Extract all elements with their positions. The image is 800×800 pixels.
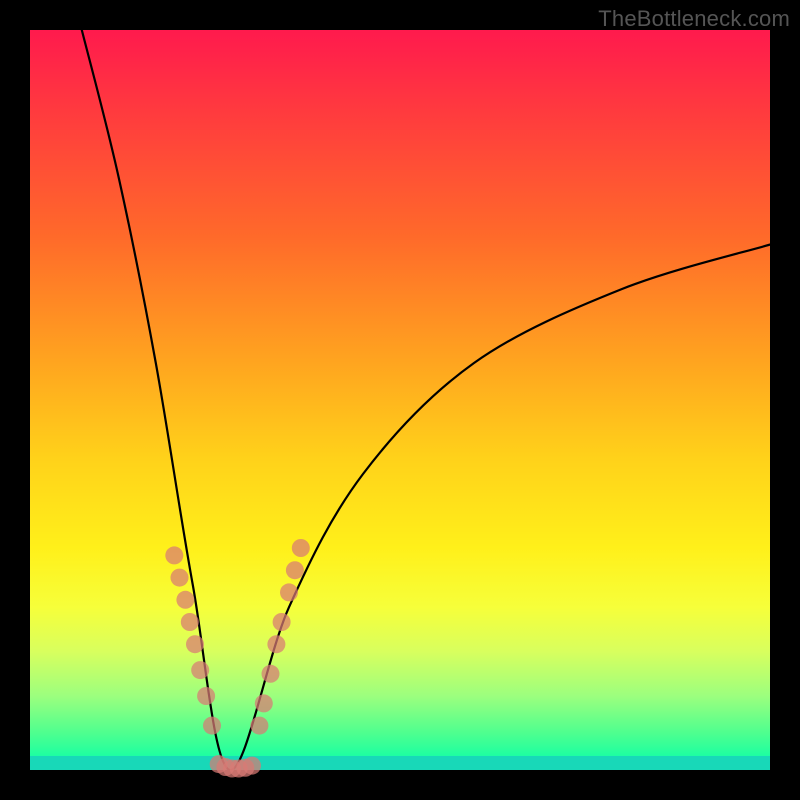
watermark-text: TheBottleneck.com (598, 6, 790, 32)
data-point (181, 613, 199, 631)
curve-group (82, 30, 770, 770)
data-point (186, 635, 204, 653)
bottleneck-curve (82, 30, 770, 770)
data-point (176, 591, 194, 609)
data-point (250, 717, 268, 735)
data-point (262, 665, 280, 683)
data-point (267, 635, 285, 653)
bottleneck-curve-svg (30, 30, 770, 770)
chart-frame: TheBottleneck.com (0, 0, 800, 800)
data-point (197, 687, 215, 705)
data-point (243, 757, 261, 775)
data-point (280, 583, 298, 601)
data-point (273, 613, 291, 631)
data-point (255, 694, 273, 712)
data-point (292, 539, 310, 557)
plot-area (30, 30, 770, 770)
data-point (171, 569, 189, 587)
data-point (203, 717, 221, 735)
data-point (286, 561, 304, 579)
data-point (191, 661, 209, 679)
data-dots (165, 539, 309, 778)
data-point (165, 546, 183, 564)
